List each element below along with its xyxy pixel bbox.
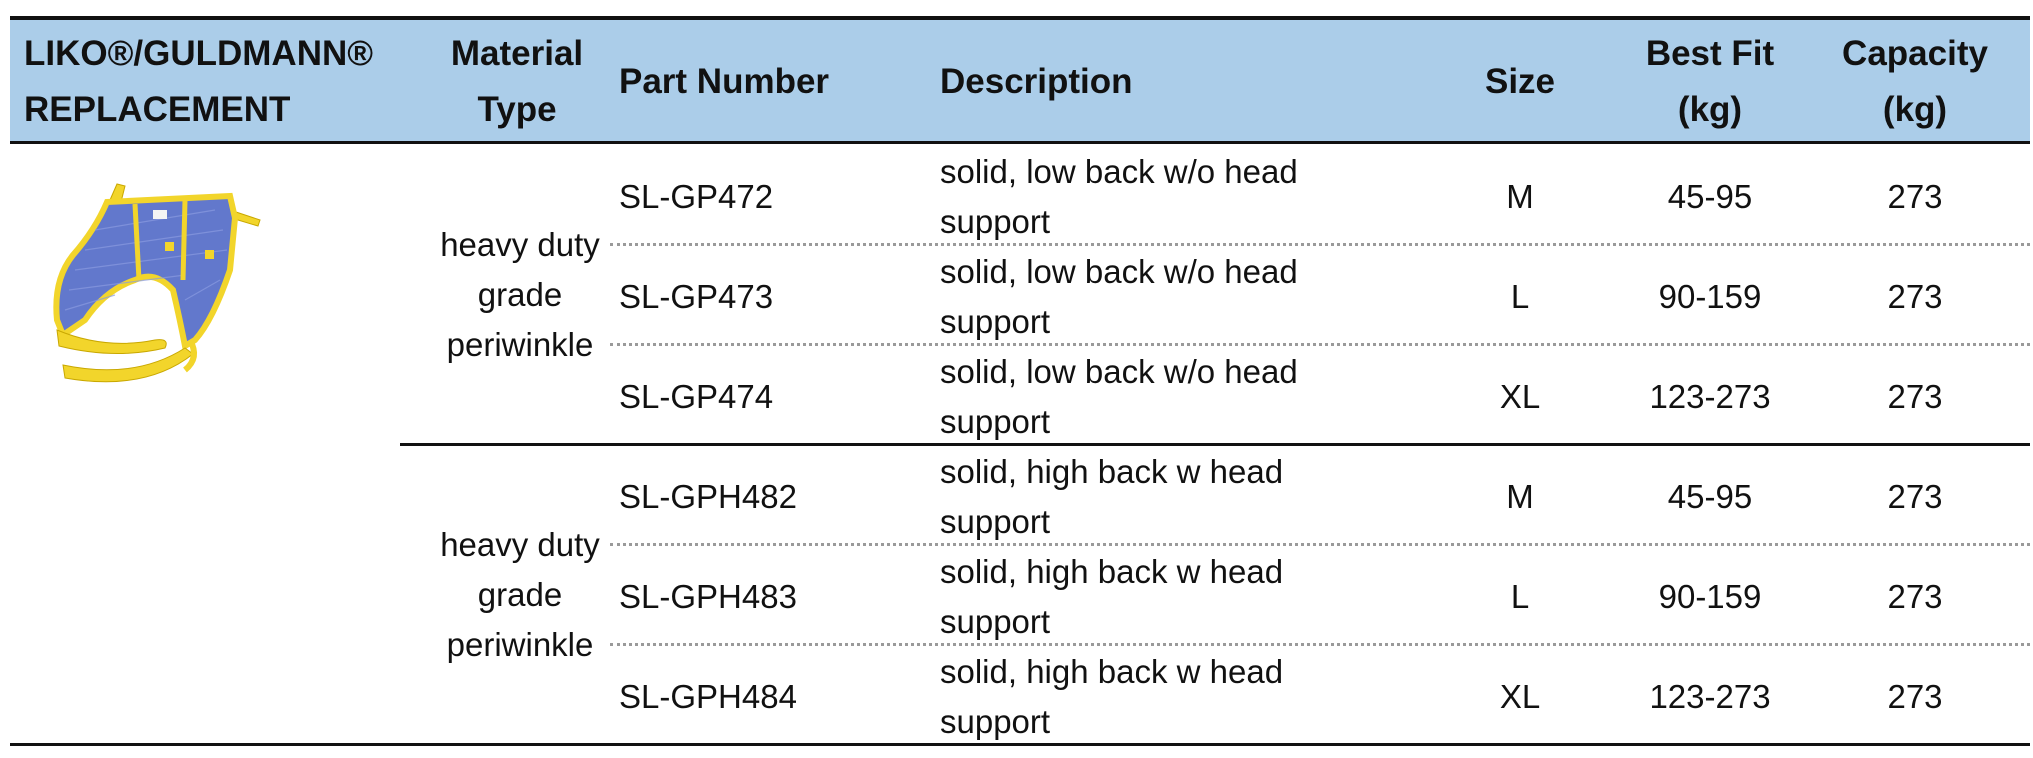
group-divider <box>400 443 2030 446</box>
description: solid, low back w/o head support <box>940 147 1298 247</box>
description: solid, high back w head support <box>940 547 1283 647</box>
description-line: support <box>940 503 1051 540</box>
size: XL <box>1499 678 1541 715</box>
material-line: grade <box>477 576 563 613</box>
description: solid, low back w/o head support <box>940 347 1298 447</box>
description-line: solid, high back w head <box>940 653 1284 690</box>
description-line: solid, low back w/o head <box>940 353 1298 390</box>
part-number: SL-GPH483 <box>619 578 797 615</box>
description-line: support <box>940 203 1051 240</box>
header-capacity: Capacity (kg) <box>1815 26 2015 138</box>
table-bottom-border <box>10 743 2030 746</box>
capacity: 273 <box>1887 478 1943 515</box>
row-divider <box>610 243 2030 246</box>
header-material-line2: Type <box>477 90 557 129</box>
capacity: 273 <box>1887 378 1943 415</box>
sling-image <box>53 183 261 383</box>
header-size: Size <box>1484 62 1556 101</box>
row-divider <box>610 343 2030 346</box>
material-line: periwinkle <box>446 326 594 363</box>
header-brand-line2: REPLACEMENT <box>24 90 291 129</box>
header-description: Description <box>940 62 1133 101</box>
capacity: 273 <box>1887 678 1943 715</box>
header-brand-line1: LIKO®/GULDMANN® <box>24 34 374 73</box>
description-line: support <box>940 303 1051 340</box>
material-line: grade <box>477 276 563 313</box>
material-type-group-1: heavy duty grade periwinkle <box>410 220 630 370</box>
part-number: SL-GP472 <box>619 178 774 215</box>
description-line: solid, low back w/o head <box>940 253 1298 290</box>
material-line: periwinkle <box>446 626 594 663</box>
material-line: heavy duty <box>440 226 600 263</box>
part-number: SL-GPH484 <box>619 678 797 715</box>
header-brand: LIKO®/GULDMANN® REPLACEMENT <box>24 26 374 138</box>
size: XL <box>1499 378 1541 415</box>
header-bestfit-line1: Best Fit <box>1645 34 1775 73</box>
part-number: SL-GPH482 <box>619 478 797 515</box>
table-header: LIKO®/GULDMANN® REPLACEMENT Material Typ… <box>10 16 2030 144</box>
capacity: 273 <box>1887 178 1943 215</box>
row-divider <box>610 643 2030 646</box>
description: solid, high back w head support <box>940 447 1283 547</box>
part-number: SL-GP473 <box>619 278 774 315</box>
best-fit: 90-159 <box>1658 578 1762 615</box>
header-capacity-line1: Capacity <box>1842 34 1988 73</box>
header-material-line1: Material <box>450 34 584 73</box>
material-type-group-2: heavy duty grade periwinkle <box>410 520 630 670</box>
header-part-number: Part Number <box>619 62 830 101</box>
row-divider <box>610 543 2030 546</box>
description: solid, low back w/o head support <box>940 247 1298 347</box>
size: M <box>1506 178 1534 215</box>
description-line: solid, high back w head <box>940 553 1284 590</box>
best-fit: 123-273 <box>1649 678 1771 715</box>
part-number: SL-GP474 <box>619 378 774 415</box>
description-line: support <box>940 703 1051 740</box>
header-bestfit-line2: (kg) <box>1677 90 1743 129</box>
material-line: heavy duty <box>440 526 600 563</box>
size: L <box>1510 278 1530 315</box>
header-best-fit: Best Fit (kg) <box>1610 26 1810 138</box>
best-fit: 90-159 <box>1658 278 1762 315</box>
best-fit: 45-95 <box>1667 478 1753 515</box>
description-line: support <box>940 603 1051 640</box>
capacity: 273 <box>1887 278 1943 315</box>
description: solid, high back w head support <box>940 647 1283 747</box>
description-line: solid, high back w head <box>940 453 1284 490</box>
description-line: support <box>940 403 1051 440</box>
best-fit: 45-95 <box>1667 178 1753 215</box>
best-fit: 123-273 <box>1649 378 1771 415</box>
size: L <box>1510 578 1530 615</box>
header-capacity-line2: (kg) <box>1882 90 1948 129</box>
description-line: solid, low back w/o head <box>940 153 1298 190</box>
header-material-type: Material Type <box>422 26 612 138</box>
capacity: 273 <box>1887 578 1943 615</box>
size: M <box>1506 478 1534 515</box>
